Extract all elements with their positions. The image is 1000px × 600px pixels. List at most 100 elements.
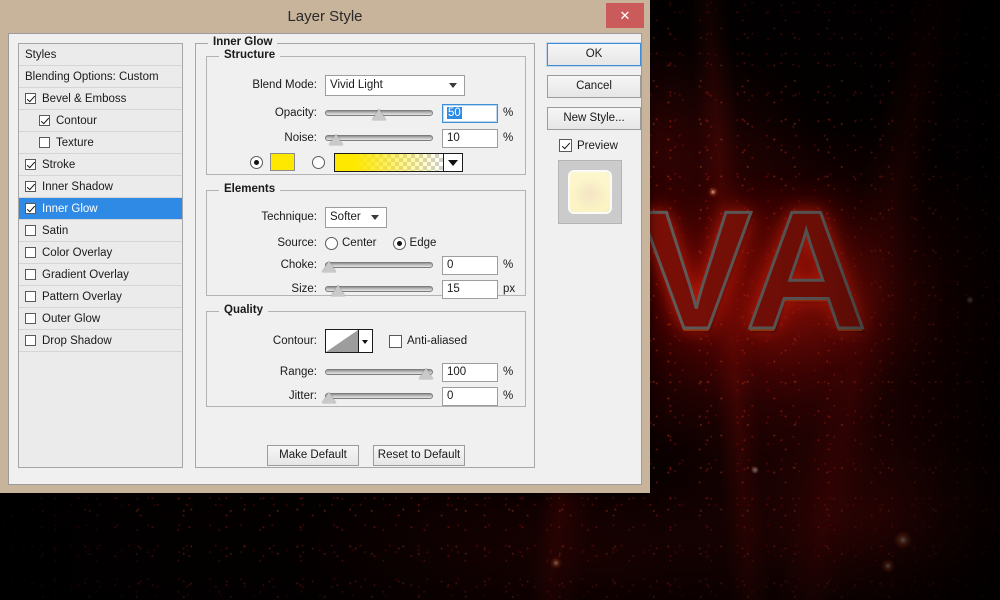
quality-group-title: Quality [219, 304, 268, 316]
style-enable-checkbox[interactable] [39, 137, 50, 148]
styles-list-item-label: Gradient Overlay [42, 268, 129, 281]
fill-gradient-radio[interactable] [312, 155, 325, 169]
style-enable-checkbox[interactable] [25, 291, 36, 302]
noise-value: 10 [447, 131, 460, 144]
glow-fill-row [250, 152, 463, 172]
style-enable-checkbox[interactable] [25, 181, 36, 192]
styles-list-item[interactable]: Satin [19, 220, 182, 242]
styles-list[interactable]: Styles Blending Options: Custom Bevel & … [18, 43, 183, 468]
styles-list-item-label: Texture [56, 136, 94, 149]
noise-row: Noise: 10 % [207, 128, 525, 148]
style-enable-checkbox[interactable] [25, 313, 36, 324]
close-icon[interactable]: ✕ [606, 3, 644, 28]
dialog-titlebar[interactable]: Layer Style ✕ [0, 0, 650, 33]
styles-list-item-label: Inner Glow [42, 202, 98, 215]
jitter-unit: % [503, 390, 514, 402]
jitter-slider-thumb[interactable] [322, 392, 336, 403]
size-label: Size: [291, 283, 317, 295]
technique-label: Technique: [261, 211, 317, 223]
styles-list-item[interactable]: Contour [19, 110, 182, 132]
styles-list-item-label: Stroke [42, 158, 76, 171]
opacity-slider-thumb[interactable] [372, 109, 386, 120]
source-label: Source: [277, 237, 317, 249]
choke-unit: % [503, 259, 514, 271]
jitter-input[interactable]: 0 [442, 386, 498, 406]
fill-color-radio[interactable] [250, 155, 263, 169]
size-slider-thumb[interactable] [331, 285, 345, 296]
jitter-row: Jitter: 0 % [207, 386, 525, 406]
noise-slider-thumb[interactable] [329, 134, 343, 145]
preview-checkbox[interactable] [559, 139, 572, 152]
opacity-unit: % [503, 107, 514, 119]
technique-select[interactable]: Softer [325, 206, 387, 228]
styles-list-item[interactable]: Color Overlay [19, 242, 182, 264]
opacity-input[interactable]: 50 [442, 103, 498, 123]
new-style-button[interactable]: New Style... [547, 107, 641, 130]
chevron-down-icon [371, 215, 379, 220]
styles-list-item[interactable]: Drop Shadow [19, 330, 182, 352]
preview-label: Preview [577, 139, 618, 152]
range-slider[interactable] [325, 364, 433, 380]
opacity-slider[interactable] [325, 105, 433, 121]
size-input[interactable]: 15 [442, 279, 498, 299]
style-enable-checkbox[interactable] [25, 335, 36, 346]
source-center-radio[interactable] [325, 236, 338, 250]
styles-list-item[interactable]: Inner Glow [19, 198, 182, 220]
noise-slider[interactable] [325, 130, 433, 146]
style-enable-checkbox[interactable] [25, 159, 36, 170]
styles-list-item[interactable]: Texture [19, 132, 182, 154]
anti-aliased-label: Anti-aliased [407, 335, 468, 347]
elements-group-title: Elements [219, 183, 281, 195]
choke-label: Choke: [280, 259, 317, 271]
blend-mode-select[interactable]: Vivid Light [325, 74, 465, 96]
glow-color-swatch[interactable] [270, 153, 295, 171]
noise-unit: % [503, 132, 514, 144]
anti-aliased-checkbox[interactable] [389, 334, 402, 348]
dialog-title: Layer Style [287, 8, 363, 25]
make-default-button[interactable]: Make Default [267, 445, 359, 466]
styles-list-item[interactable]: Inner Shadow [19, 176, 182, 198]
jitter-value: 0 [447, 389, 454, 402]
contour-preview[interactable] [325, 329, 359, 353]
styles-list-item[interactable]: Pattern Overlay [19, 286, 182, 308]
style-enable-checkbox[interactable] [25, 247, 36, 258]
choke-slider[interactable] [322, 257, 433, 273]
size-row: Size: 15 px [207, 279, 525, 299]
technique-row: Technique: Softer [207, 206, 525, 228]
source-center-label: Center [342, 237, 377, 249]
contour-row: Contour: Anti-aliased [207, 328, 525, 354]
styles-list-item-label: Contour [56, 114, 97, 127]
contour-label: Contour: [272, 335, 317, 347]
quality-group: Quality Contour: Anti-aliased Range: 100… [206, 304, 526, 407]
style-enable-checkbox[interactable] [25, 269, 36, 280]
size-value: 15 [447, 282, 460, 295]
reset-to-default-button[interactable]: Reset to Default [373, 445, 465, 466]
range-input[interactable]: 100 [442, 362, 498, 382]
style-enable-checkbox[interactable] [25, 225, 36, 236]
jitter-slider[interactable] [322, 388, 433, 404]
style-enable-checkbox[interactable] [25, 93, 36, 104]
styles-list-item[interactable]: Bevel & Emboss [19, 88, 182, 110]
structure-group: Structure Blend Mode: Vivid Light Opacit… [206, 49, 526, 175]
choke-slider-thumb[interactable] [322, 261, 336, 272]
gradient-picker-chevron-icon[interactable] [444, 152, 463, 172]
blending-options-row[interactable]: Blending Options: Custom [19, 66, 182, 88]
preview-toggle-row[interactable]: Preview [559, 139, 641, 152]
size-slider[interactable] [325, 281, 433, 297]
source-edge-radio[interactable] [392, 236, 406, 250]
style-enable-checkbox[interactable] [39, 115, 50, 126]
range-slider-track [325, 369, 433, 375]
styles-list-item[interactable]: Outer Glow [19, 308, 182, 330]
ok-button[interactable]: OK [547, 43, 641, 66]
dialog-action-column: OK Cancel New Style... Preview [547, 43, 641, 224]
styles-list-item[interactable]: Stroke [19, 154, 182, 176]
noise-input[interactable]: 10 [442, 128, 498, 148]
choke-slider-track [325, 262, 433, 268]
cancel-button[interactable]: Cancel [547, 75, 641, 98]
glow-gradient-swatch[interactable] [334, 152, 444, 172]
contour-picker-chevron-icon[interactable] [359, 329, 373, 353]
styles-list-item[interactable]: Gradient Overlay [19, 264, 182, 286]
choke-input[interactable]: 0 [442, 255, 498, 275]
style-enable-checkbox[interactable] [25, 203, 36, 214]
range-slider-thumb[interactable] [419, 368, 433, 379]
